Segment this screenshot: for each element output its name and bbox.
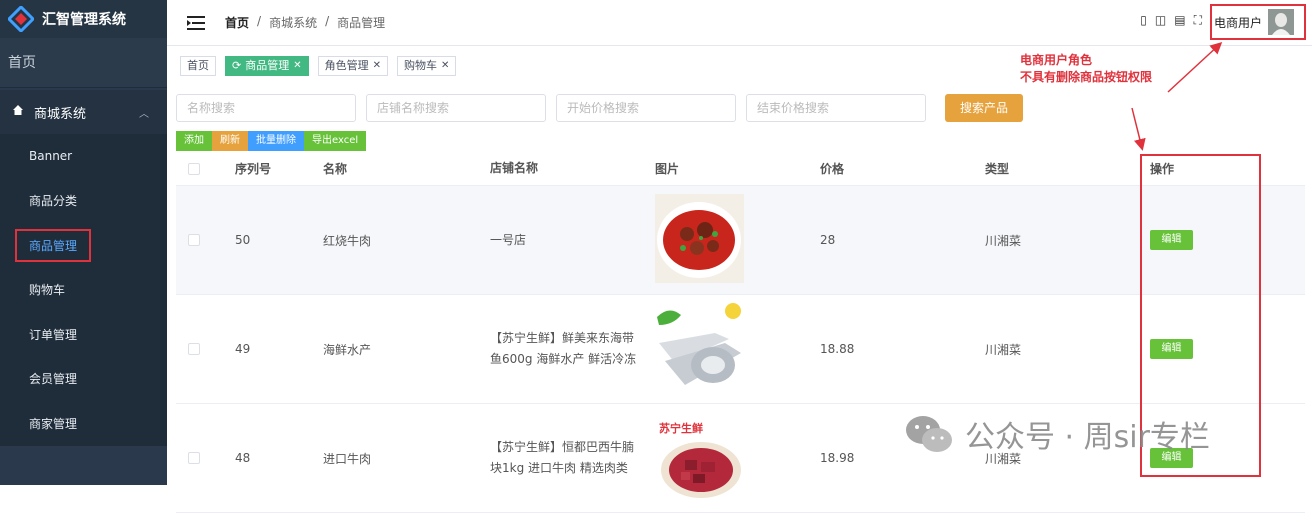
arrow-to-op-column [1131,107,1146,151]
watermark-text: 公众号 · 周sir专栏 [965,420,1210,455]
wechat-icon [906,416,952,452]
watermark: 公众号 · 周sir专栏 [905,412,1210,456]
arrow-to-user [1167,41,1223,93]
